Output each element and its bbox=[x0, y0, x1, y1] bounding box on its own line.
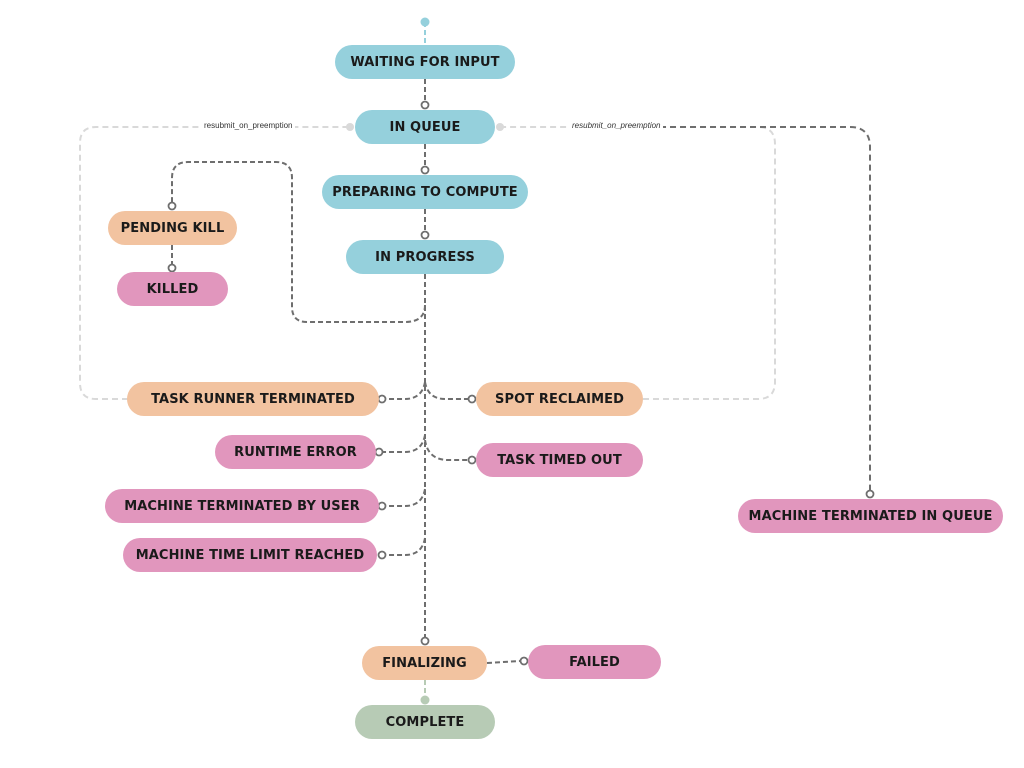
node-label: PENDING KILL bbox=[120, 220, 225, 236]
node-spot-reclaimed[interactable]: SPOT RECLAIMED bbox=[476, 382, 643, 416]
node-waiting-for-input[interactable]: WAITING FOR INPUT bbox=[335, 45, 515, 79]
edge-to-runtime-error bbox=[383, 434, 426, 453]
node-in-progress[interactable]: IN PROGRESS bbox=[346, 240, 504, 274]
node-pending-kill[interactable]: PENDING KILL bbox=[108, 211, 237, 245]
node-label: COMPLETE bbox=[385, 714, 465, 730]
node-label: RUNTIME ERROR bbox=[234, 444, 357, 460]
edge-to-task-timed-out bbox=[424, 439, 468, 461]
end-dot bbox=[420, 695, 430, 705]
node-label: KILLED bbox=[146, 281, 199, 297]
port-inqueue-left bbox=[346, 123, 354, 131]
port-preparing-top bbox=[420, 165, 430, 175]
node-label: MACHINE TERMINATED BY USER bbox=[124, 498, 360, 514]
edge-label-resubmit-left: resubmit_on_preemption bbox=[202, 121, 295, 130]
node-killed[interactable]: KILLED bbox=[117, 272, 228, 306]
node-task-timed-out[interactable]: TASK TIMED OUT bbox=[476, 443, 643, 477]
edge-task-runner-terminated-resubmit bbox=[79, 126, 350, 400]
node-label: MACHINE TERMINATED IN QUEUE bbox=[748, 508, 993, 524]
node-label: IN PROGRESS bbox=[375, 249, 475, 265]
node-label: IN QUEUE bbox=[389, 119, 461, 135]
node-label: FAILED bbox=[569, 654, 620, 670]
edge-to-machine-time-limit bbox=[386, 537, 426, 556]
port-spot-reclaimed bbox=[467, 394, 477, 404]
node-label: FINALIZING bbox=[382, 655, 467, 671]
node-task-runner-terminated[interactable]: TASK RUNNER TERMINATED bbox=[127, 382, 379, 416]
port-task-runner-terminated bbox=[377, 394, 387, 404]
edge-inqueue-machine-terminated-in-queue bbox=[660, 126, 871, 490]
port-inqueue-right bbox=[496, 123, 504, 131]
node-in-queue[interactable]: IN QUEUE bbox=[355, 110, 495, 144]
edge-finalizing-failed bbox=[486, 660, 521, 664]
node-label: SPOT RECLAIMED bbox=[495, 391, 624, 407]
port-machine-terminated-in-queue bbox=[865, 489, 875, 499]
node-label: TASK RUNNER TERMINATED bbox=[151, 391, 355, 407]
edge-to-machine-terminated-by-user bbox=[386, 488, 426, 507]
node-label: PREPARING TO COMPUTE bbox=[332, 184, 518, 200]
node-label: MACHINE TIME LIMIT REACHED bbox=[135, 547, 365, 563]
node-finalizing[interactable]: FINALIZING bbox=[362, 646, 487, 680]
node-failed[interactable]: FAILED bbox=[528, 645, 661, 679]
node-label: TASK TIMED OUT bbox=[497, 452, 622, 468]
port-inqueue-top bbox=[420, 100, 430, 110]
port-failed bbox=[519, 656, 529, 666]
edge-to-task-runner-terminated bbox=[386, 381, 426, 400]
port-pendingkill-top bbox=[167, 201, 177, 211]
node-machine-time-limit-reached[interactable]: MACHINE TIME LIMIT REACHED bbox=[123, 538, 377, 572]
node-machine-terminated-in-queue[interactable]: MACHINE TERMINATED IN QUEUE bbox=[738, 499, 1003, 533]
port-killed-top bbox=[167, 263, 177, 273]
port-machine-time-limit bbox=[377, 550, 387, 560]
port-machine-terminated-by-user bbox=[377, 501, 387, 511]
port-task-timed-out bbox=[467, 455, 477, 465]
port-finalizing-top bbox=[420, 636, 430, 646]
edge-to-spot-reclaimed bbox=[424, 381, 468, 400]
node-runtime-error[interactable]: RUNTIME ERROR bbox=[215, 435, 376, 469]
node-label: WAITING FOR INPUT bbox=[350, 54, 500, 70]
port-inprogress-top bbox=[420, 230, 430, 240]
node-complete[interactable]: COMPLETE bbox=[355, 705, 495, 739]
edge-spot-reclaimed-resubmit bbox=[500, 126, 776, 400]
node-machine-terminated-by-user[interactable]: MACHINE TERMINATED BY USER bbox=[105, 489, 379, 523]
node-preparing-to-compute[interactable]: PREPARING TO COMPUTE bbox=[322, 175, 528, 209]
edge-label-resubmit-right: resubmit_on_preemption bbox=[570, 121, 663, 130]
port-runtime-error bbox=[374, 447, 384, 457]
start-dot bbox=[420, 17, 430, 27]
